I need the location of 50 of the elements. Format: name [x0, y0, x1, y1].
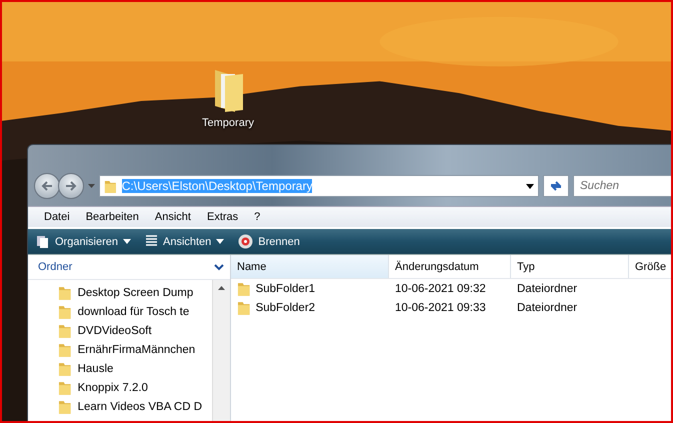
- arrow-right-icon: [65, 181, 77, 191]
- caret-icon[interactable]: [216, 239, 224, 244]
- menu-item[interactable]: Ansicht: [146, 211, 199, 223]
- views-button[interactable]: Ansichten: [144, 235, 224, 248]
- folder-icon: [58, 323, 72, 339]
- folder-tree-item[interactable]: Learn Videos VBA CD D: [58, 399, 212, 415]
- folder-tree-item[interactable]: Hausle: [58, 361, 212, 377]
- folder-icon: [237, 280, 251, 296]
- folder-icon: [104, 178, 117, 194]
- date-cell-text: 10-06-2021 09:32: [394, 282, 487, 294]
- search-field[interactable]: Suchen: [573, 175, 671, 197]
- refresh-icon: [549, 180, 563, 192]
- column-header[interactable]: Name: [231, 255, 389, 278]
- disc-icon: [238, 234, 254, 249]
- folder-icon: [58, 361, 72, 377]
- burn-button[interactable]: Brennen: [238, 234, 300, 249]
- type-cell-text: Dateiordner: [516, 282, 578, 294]
- type-cell-text: Dateiordner: [516, 302, 578, 314]
- menu-item[interactable]: Extras: [198, 211, 246, 223]
- folder-tree-item[interactable]: Knoppix 7.2.0: [58, 380, 212, 396]
- folder-icon: [58, 342, 72, 358]
- folder-icon: [58, 399, 72, 415]
- scrollbar[interactable]: [212, 280, 230, 421]
- caret-icon[interactable]: [122, 239, 131, 244]
- folder-tree-item[interactable]: Desktop Screen Dump: [58, 285, 212, 301]
- file-name[interactable]: SubFolder2: [231, 300, 389, 316]
- chevron-down-icon[interactable]: [214, 264, 224, 270]
- menu-item[interactable]: Bearbeiten: [78, 211, 147, 223]
- scroll-up-icon[interactable]: [218, 286, 225, 290]
- folder-icon: [58, 304, 72, 320]
- folders-pane-header[interactable]: Ordner: [28, 255, 230, 280]
- folder-tree-item[interactable]: download für Tosch te: [58, 304, 212, 320]
- menu-item[interactable]: ?: [246, 211, 268, 223]
- date-cell-text: 10-06-2021 09:33: [394, 302, 487, 314]
- pages-icon: [36, 234, 50, 248]
- file-name[interactable]: SubFolder1: [231, 280, 389, 296]
- menu-item[interactable]: Datei: [36, 211, 78, 223]
- folder-tree-item[interactable]: ErnährFirmaMännchen: [58, 342, 212, 358]
- folder-icon: [237, 300, 251, 316]
- refresh-button[interactable]: [543, 175, 569, 197]
- arrow-left-icon: [41, 181, 53, 191]
- folder-icon: [58, 285, 72, 301]
- organize-button[interactable]: Organisieren: [36, 234, 131, 248]
- desktop-icon-label[interactable]: Temporary: [202, 117, 254, 129]
- forward-button[interactable]: [58, 173, 84, 199]
- folder-tree-item[interactable]: DVDVideoSoft: [58, 323, 212, 339]
- back-button[interactable]: [34, 173, 60, 199]
- caret-icon[interactable]: [526, 184, 534, 188]
- folder-icon: [58, 380, 72, 396]
- list-icon: [144, 235, 158, 248]
